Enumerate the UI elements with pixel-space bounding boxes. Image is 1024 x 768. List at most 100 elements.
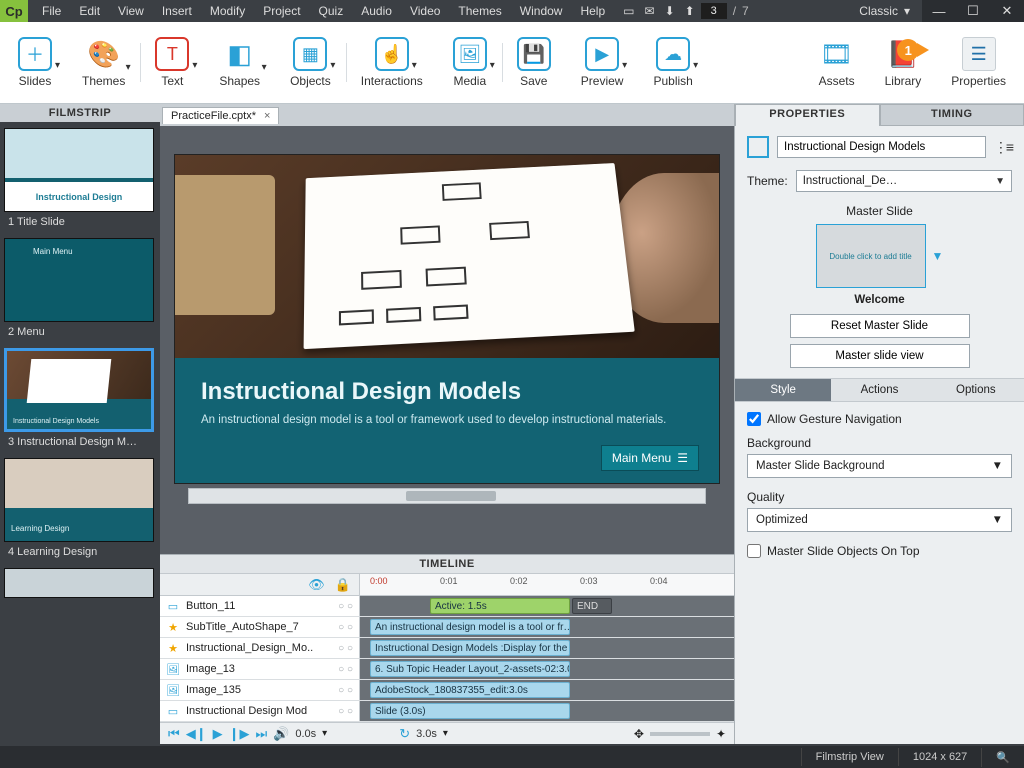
row-toggles[interactable]: ○ ○: [338, 622, 359, 633]
background-dropdown[interactable]: Master Slide Background ▼: [747, 454, 1012, 478]
timeline-clip[interactable]: Active: 1.5s: [430, 598, 570, 614]
thumb-4[interactable]: Learning Design 4 Learning Design: [4, 458, 156, 558]
ribbon-slides[interactable]: ＋▾ Slides: [8, 33, 62, 92]
master-view-button[interactable]: Master slide view: [790, 344, 970, 368]
row-toggles[interactable]: ○ ○: [338, 643, 359, 654]
ribbon-shapes[interactable]: ◧▾ Shapes: [209, 33, 270, 92]
row-toggles[interactable]: ○ ○: [338, 706, 359, 717]
panel-menu-icon[interactable]: ⋮≡: [994, 139, 1012, 156]
ribbon-slides-label: Slides: [19, 74, 52, 88]
master-slide-thumb[interactable]: Double click to add title: [816, 224, 926, 288]
ribbon-library[interactable]: 📕 Library 1: [875, 33, 932, 92]
lock-icon[interactable]: 🔒: [335, 577, 351, 593]
slide-name-input[interactable]: [777, 136, 986, 158]
menu-modify[interactable]: Modify: [202, 1, 253, 21]
mail-icon[interactable]: ✉: [645, 4, 655, 18]
ribbon-save[interactable]: 💾 Save: [507, 33, 561, 92]
timeline-row[interactable]: ▭Button_11○ ○Active: 1.5sEND: [160, 596, 734, 617]
menu-help[interactable]: Help: [572, 1, 613, 21]
stage-scrollbar[interactable]: [188, 488, 706, 504]
thumb-2[interactable]: Main Menu 2 Menu: [4, 238, 156, 338]
menu-insert[interactable]: Insert: [154, 1, 200, 21]
ribbon-preview[interactable]: ▶▾ Preview: [571, 33, 634, 92]
upload-icon[interactable]: ⬆: [685, 4, 695, 18]
quality-dropdown[interactable]: Optimized ▼: [747, 508, 1012, 532]
step-fwd-icon[interactable]: ❙▶: [229, 726, 250, 742]
subtab-style[interactable]: Style: [735, 379, 831, 401]
current-slide-input[interactable]: [701, 3, 727, 19]
timeline-row[interactable]: ★SubTitle_AutoShape_7○ ○An instructional…: [160, 617, 734, 638]
ribbon-interactions[interactable]: ☝▾ Interactions: [351, 33, 433, 92]
timeline-row[interactable]: 🖼Image_135○ ○AdobeStock_180837355_edit:3…: [160, 680, 734, 701]
close-button[interactable]: ✕: [990, 0, 1024, 22]
timeline-row[interactable]: ▭Instructional Design Mod○ ○Slide (3.0s): [160, 701, 734, 722]
menu-audio[interactable]: Audio: [353, 1, 400, 21]
download-icon[interactable]: ⬇: [665, 4, 675, 18]
skip-end-icon[interactable]: ⏭: [255, 726, 267, 742]
timeline-row[interactable]: ★Instructional_Design_Mo..○ ○Instruction…: [160, 638, 734, 659]
objects-on-top-checkbox[interactable]: [747, 544, 761, 558]
row-toggles[interactable]: ○ ○: [338, 685, 359, 696]
timeline-clip[interactable]: An instructional design model is a tool …: [370, 619, 570, 635]
row-toggles[interactable]: ○ ○: [338, 601, 359, 612]
timeline-clip[interactable]: AdobeStock_180837355_edit:3.0s: [370, 682, 570, 698]
menu-view[interactable]: View: [110, 1, 152, 21]
audio-icon[interactable]: 🔊: [273, 726, 289, 742]
timeline-clip[interactable]: Slide (3.0s): [370, 703, 570, 719]
menu-themes[interactable]: Themes: [450, 1, 509, 21]
close-tab-icon[interactable]: ×: [264, 110, 270, 122]
thumb-1[interactable]: Instructional Design 1 Title Slide: [4, 128, 156, 228]
menu-file[interactable]: File: [34, 1, 69, 21]
eye-icon[interactable]: 👁: [308, 577, 325, 593]
tab-properties[interactable]: PROPERTIES: [735, 104, 880, 126]
main-menu-button[interactable]: Main Menu ☰: [601, 445, 699, 471]
layout-dropdown[interactable]: Classic ▾: [853, 2, 916, 20]
loop-icon[interactable]: ↻: [399, 726, 410, 742]
timeline-ruler[interactable]: 0:00 0:01 0:02 0:03 0:04: [360, 574, 734, 595]
subtab-actions[interactable]: Actions: [831, 379, 927, 401]
skip-start-icon[interactable]: ⏮: [168, 726, 180, 742]
ribbon-media[interactable]: 🖼▾ Media: [443, 33, 497, 92]
menu-window[interactable]: Window: [512, 1, 571, 21]
timeline-clip[interactable]: 6. Sub Topic Header Layout_2-assets-02:3…: [370, 661, 570, 677]
reset-master-button[interactable]: Reset Master Slide: [790, 314, 970, 338]
timeline-title: TIMELINE: [160, 555, 734, 574]
scrollbar-handle[interactable]: [406, 491, 496, 501]
row-toggles[interactable]: ○ ○: [338, 664, 359, 675]
slide-stage[interactable]: Instructional Design Models An instructi…: [174, 154, 720, 484]
chevron-down-icon: ▼: [992, 514, 1003, 526]
menu-quiz[interactable]: Quiz: [311, 1, 352, 21]
filmstrip-body[interactable]: Instructional Design 1 Title Slide Main …: [0, 122, 160, 744]
play-icon[interactable]: ▶: [213, 726, 223, 742]
ribbon-publish[interactable]: ☁▾ Publish: [643, 33, 702, 92]
zoom-in-icon[interactable]: ✦: [716, 727, 726, 741]
ribbon-text[interactable]: T▾ Text: [145, 33, 199, 92]
panel-icon[interactable]: ▭: [623, 4, 634, 18]
ribbon-assets[interactable]: 🎞 Assets: [809, 33, 865, 92]
ribbon-properties[interactable]: ☰ Properties: [941, 33, 1016, 92]
menu-edit[interactable]: Edit: [71, 1, 108, 21]
maximize-button[interactable]: ☐: [956, 0, 990, 22]
ribbon-objects[interactable]: ▦▾ Objects: [280, 33, 341, 92]
timeline-clip[interactable]: Instructional Design Models :Display for…: [370, 640, 570, 656]
zoom-out-icon[interactable]: ✥: [634, 727, 644, 741]
timeline-row[interactable]: 🖼Image_13○ ○6. Sub Topic Header Layout_2…: [160, 659, 734, 680]
menu-video[interactable]: Video: [402, 1, 448, 21]
step-back-icon[interactable]: ◀❙: [186, 726, 207, 742]
allow-gesture-checkbox[interactable]: [747, 412, 761, 426]
subtab-options[interactable]: Options: [928, 379, 1024, 401]
chevron-down-icon[interactable]: ▼: [932, 249, 944, 263]
properties-panel: PROPERTIES TIMING ⋮≡ Theme: Instructiona…: [734, 104, 1024, 744]
thumb-3[interactable]: Instructional Design Models 3 Instructio…: [4, 348, 156, 448]
zoom-slider[interactable]: [650, 732, 710, 736]
ribbon-themes[interactable]: 🎨▾ Themes: [72, 33, 135, 92]
menu-project[interactable]: Project: [255, 1, 308, 21]
thumb-3-title: Instructional Design Models: [13, 418, 99, 425]
status-zoom-icon[interactable]: 🔍: [981, 748, 1024, 767]
ribbon-preview-label: Preview: [581, 74, 624, 88]
theme-dropdown[interactable]: Instructional_De… ▼: [796, 170, 1012, 192]
document-tab[interactable]: PracticeFile.cptx* ×: [162, 107, 279, 124]
thumb-5[interactable]: [4, 568, 156, 598]
minimize-button[interactable]: —: [922, 0, 956, 22]
tab-timing[interactable]: TIMING: [880, 104, 1024, 126]
